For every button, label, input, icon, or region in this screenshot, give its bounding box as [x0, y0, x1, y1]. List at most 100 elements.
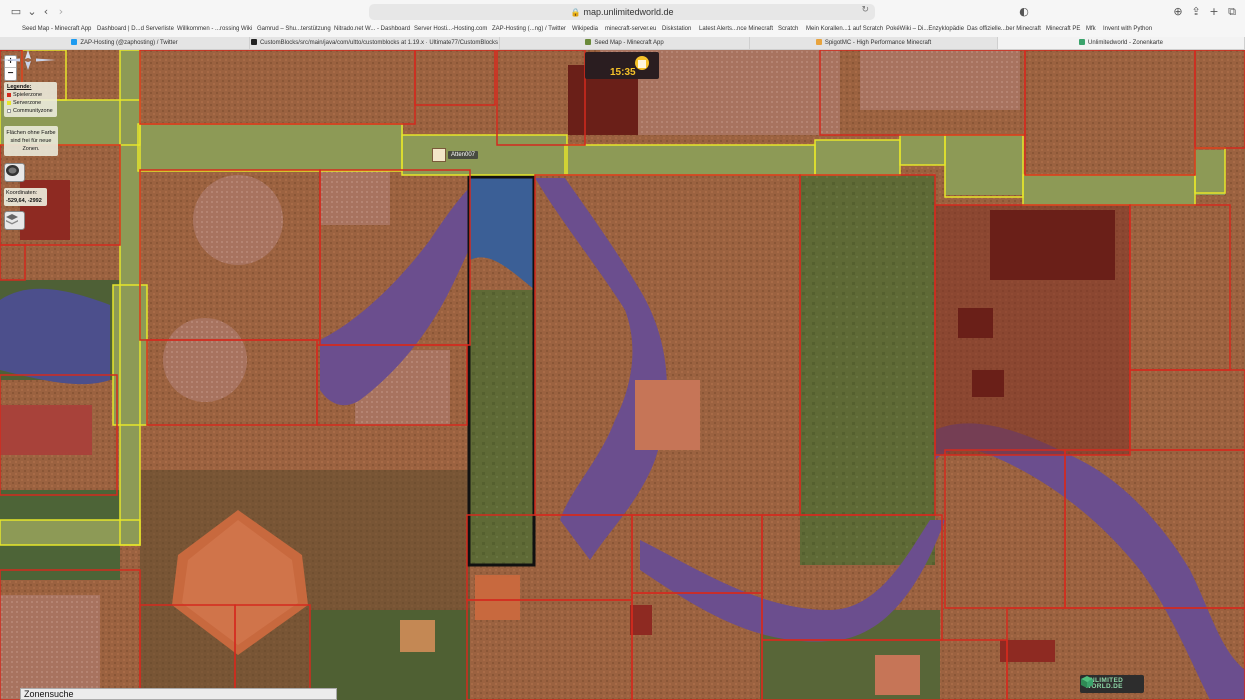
twitter-icon — [71, 39, 78, 45]
unlimitedworld-logo: UNLIMITED WORLD.DE — [1080, 675, 1144, 693]
plaza — [0, 595, 100, 700]
tab-spigot[interactable]: SpigotMC - High Performance Minecraft — [750, 37, 998, 49]
legend-item: Communityzone — [7, 107, 54, 115]
bookmark-item[interactable]: Mfk — [1086, 26, 1096, 32]
building — [958, 308, 993, 338]
layers-button[interactable] — [4, 211, 25, 230]
building — [400, 620, 435, 652]
layers-icon — [6, 214, 18, 225]
bookmark-item[interactable]: Server Hosti...-Hosting.com — [414, 26, 487, 32]
tab-label: CustomBlocks/src/main/java/com/ultto/cus… — [259, 40, 499, 46]
coordinates-box: Koordinaten: -529,64, -2992 — [4, 188, 47, 206]
bookmark-item[interactable]: Willkommen - ...rossing Wiki — [177, 26, 252, 32]
forward-icon[interactable]: › — [53, 5, 69, 18]
spigot-icon — [815, 39, 822, 45]
map-legend: Legende: Spielerzone Serverzone Communit… — [4, 82, 57, 117]
plaza — [193, 175, 283, 265]
back-icon[interactable]: ‹ — [38, 5, 54, 18]
bookmark-item[interactable]: Das offizielle...ber Minecraft — [967, 26, 1041, 32]
player-marker[interactable]: Atten007 — [432, 148, 479, 162]
building — [0, 405, 92, 455]
tab-overview-icon[interactable]: ⧉ — [1224, 5, 1240, 19]
bookmark-item[interactable]: Mein Korallen...1 auf Scratch — [806, 26, 883, 32]
day-clock: 15:35 — [585, 52, 659, 79]
road — [0, 520, 140, 545]
browser-toolbar: ▭ ⌄ ‹ › 🔒 map.unlimitedworld.de ↻ ◐ ⊕ ⇪ … — [0, 0, 1245, 24]
coordinates-value: -529,64, -2992 — [6, 198, 42, 204]
bookmark-item[interactable]: Invent with Python — [1103, 26, 1152, 32]
compass-icon — [0, 50, 56, 70]
tab-zonenkarte[interactable]: Unlimitedworld - Zonenkarte — [998, 37, 1245, 49]
bookmark-item[interactable]: Scratch — [778, 26, 798, 32]
bookmark-item[interactable]: Seed Map - Minecraft App — [22, 26, 91, 32]
tab-seedmap[interactable]: Seed Map - Minecraft App — [500, 37, 750, 49]
road — [1195, 150, 1225, 195]
bookmark-item[interactable]: Minecraft PE — [1046, 26, 1080, 32]
download-icon[interactable]: ⊕ — [1170, 5, 1186, 18]
legend-title: Legende: — [7, 84, 32, 90]
shield-icon[interactable]: ◐ — [1016, 5, 1032, 18]
legend-swatch — [7, 101, 11, 105]
sidebar-toggle-icon[interactable]: ▭ — [8, 5, 24, 18]
legend-label: Spielerzone — [13, 92, 43, 98]
road — [945, 135, 1023, 195]
bookmarks-bar: Seed Map - Minecraft App Dashboard | D..… — [0, 24, 1245, 37]
road — [138, 125, 403, 170]
zone-map[interactable]: + − Legende: Spielerzone Serverzone Comm… — [0, 50, 1245, 700]
player-head-icon — [432, 148, 446, 162]
tab-label: Unlimitedworld - Zonenkarte — [1087, 40, 1164, 46]
share-icon[interactable]: ⇪ — [1188, 5, 1204, 18]
tab-github[interactable]: CustomBlocks/src/main/java/com/ultto/cus… — [250, 37, 500, 49]
road — [402, 135, 567, 175]
map-style-button[interactable] — [4, 163, 25, 182]
plaza — [320, 170, 390, 225]
reload-icon[interactable]: ↻ — [861, 5, 869, 15]
lock-icon: 🔒 — [570, 7, 581, 17]
legend-swatch — [7, 93, 11, 97]
bookmark-item[interactable]: Diskstation — [662, 26, 691, 32]
legend-item: Serverzone — [7, 99, 54, 107]
globe-icon — [6, 165, 19, 176]
building — [630, 605, 652, 635]
legend-label: Communityzone — [13, 108, 53, 114]
tab-bar: ZAP-Hosting (@zaphosting) / Twitter Cust… — [0, 37, 1245, 50]
grass-area — [310, 610, 470, 700]
address-bar[interactable]: 🔒 map.unlimitedworld.de ↻ — [369, 4, 875, 20]
bookmark-item[interactable]: Latest Alerts...nce Minecraft — [699, 26, 773, 32]
plaza — [860, 50, 1020, 110]
unlimitedworld-icon — [1078, 39, 1085, 45]
free-zone-hint: Flächen ohne Farbe sind frei für neue Zo… — [4, 126, 58, 156]
github-icon — [250, 39, 257, 45]
building — [635, 380, 700, 450]
tab-label: SpigotMC - High Performance Minecraft — [824, 40, 932, 46]
tab-label: Seed Map - Minecraft App — [594, 40, 664, 46]
bookmark-item[interactable]: Wikipedia — [572, 26, 598, 32]
player-name: Atten007 — [448, 151, 479, 159]
building — [875, 655, 920, 695]
zone-search-bar[interactable]: Zonensuche — [20, 688, 337, 700]
coordinates-label: Koordinaten: — [6, 190, 38, 196]
bookmark-item[interactable]: PokéWiki – Di...Enzyklopädie — [886, 26, 964, 32]
seedmap-icon — [585, 39, 592, 45]
grass-area — [800, 175, 935, 565]
plaza — [163, 318, 247, 402]
grass-area — [470, 290, 535, 565]
bookmark-item[interactable]: Gamrud – Shu...terstützung — [257, 26, 331, 32]
bookmark-item[interactable]: Nitrado.net W... - Dashboard — [334, 26, 410, 32]
road — [1023, 175, 1195, 205]
road — [900, 135, 945, 165]
legend-swatch — [7, 109, 11, 113]
legend-label: Serverzone — [13, 100, 42, 106]
address-text: map.unlimitedworld.de — [583, 7, 674, 17]
building — [972, 370, 1004, 397]
new-tab-icon[interactable]: + — [1206, 5, 1222, 18]
clock-time: 15:35 — [610, 67, 636, 78]
tab-label: ZAP-Hosting (@zaphosting) / Twitter — [80, 40, 178, 46]
road — [565, 145, 815, 175]
tab-twitter[interactable]: ZAP-Hosting (@zaphosting) / Twitter — [0, 37, 250, 49]
map-canvas[interactable] — [0, 50, 1245, 700]
bookmark-item[interactable]: ZAP-Hosting (...ng) / Twitter — [492, 26, 566, 32]
bookmark-item[interactable]: Dashboard | D...d Serverliste — [97, 26, 174, 32]
bookmark-item[interactable]: minecraft-server.eu — [605, 26, 656, 32]
lake — [0, 288, 110, 385]
